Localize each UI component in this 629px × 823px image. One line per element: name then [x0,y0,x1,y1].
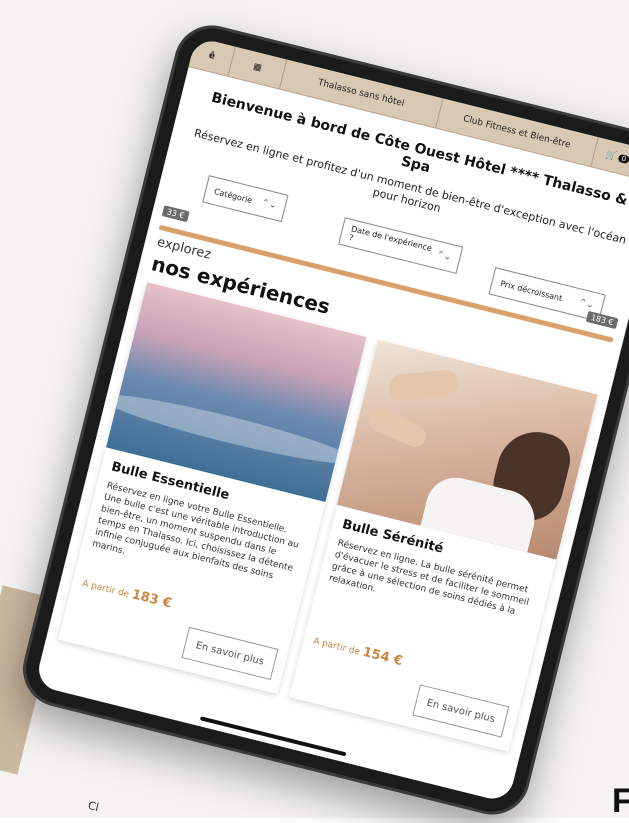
cart-count-badge: 0 [617,153,629,165]
category-select[interactable]: Catégorie ⌃⌄ [202,175,289,223]
sort-select-value: Prix décroissant [499,278,564,303]
chevron-updown-icon: ⌃⌄ [577,297,595,311]
price-max-tag: 183 € [585,310,619,330]
price-prefix: A partir de [81,578,130,601]
background-glyph: F [612,782,629,820]
price-prefix: A partir de [312,636,361,658]
logo-mark: ê [207,50,216,62]
chevron-updown-icon: ⌃⌄ [260,197,278,212]
date-select-value: Date de l'expérience ? [348,224,433,254]
price-amount: 183 € [130,587,174,612]
cart-icon: 🛒 [604,149,619,163]
chevron-updown-icon: ⌃⌄ [435,249,453,264]
category-select-value: Catégorie [213,186,254,205]
massage-hand [365,405,430,451]
massage-hand [387,368,460,402]
calendar-icon: ▦ [252,61,263,74]
date-select[interactable]: Date de l'expérience ? ⌃⌄ [338,217,464,274]
price-min-tag: 33 € [161,205,190,223]
price-amount: 154 € [361,644,405,670]
